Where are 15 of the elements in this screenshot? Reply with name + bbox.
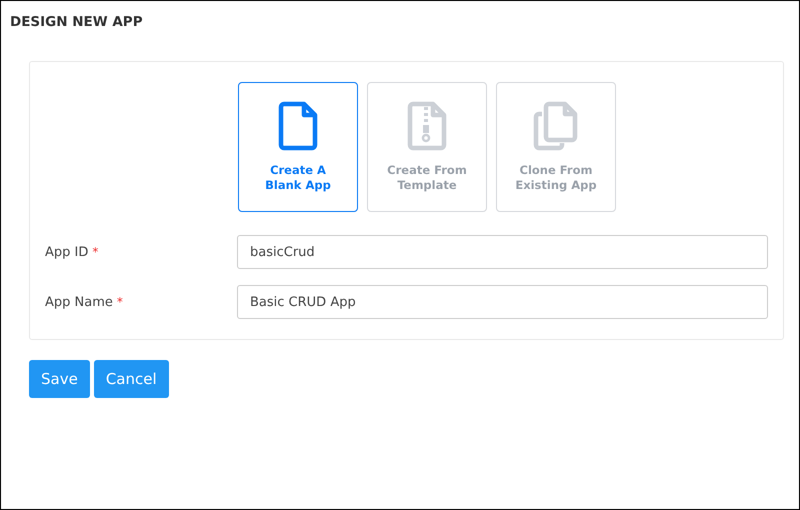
zip-file-icon <box>407 101 447 151</box>
app-option-tile[interactable]: Create A Blank App <box>238 82 358 212</box>
field-label: App ID <box>45 244 88 260</box>
app-option-tile[interactable]: Clone From Existing App <box>496 82 616 212</box>
input-field[interactable]: Basic CRUD App <box>237 285 768 319</box>
document-icon <box>278 101 318 151</box>
action-button[interactable]: Cancel <box>94 360 169 398</box>
required-mark: * <box>92 245 98 259</box>
field-label: App Name <box>45 294 113 310</box>
action-button[interactable]: Save <box>29 360 90 398</box>
copy-icon <box>533 101 579 151</box>
app-option-tile[interactable]: Create From Template <box>367 82 487 212</box>
page-title: DESIGN NEW APP <box>10 14 144 30</box>
input-field[interactable]: basicCrud <box>237 235 768 269</box>
required-mark: * <box>116 295 123 309</box>
